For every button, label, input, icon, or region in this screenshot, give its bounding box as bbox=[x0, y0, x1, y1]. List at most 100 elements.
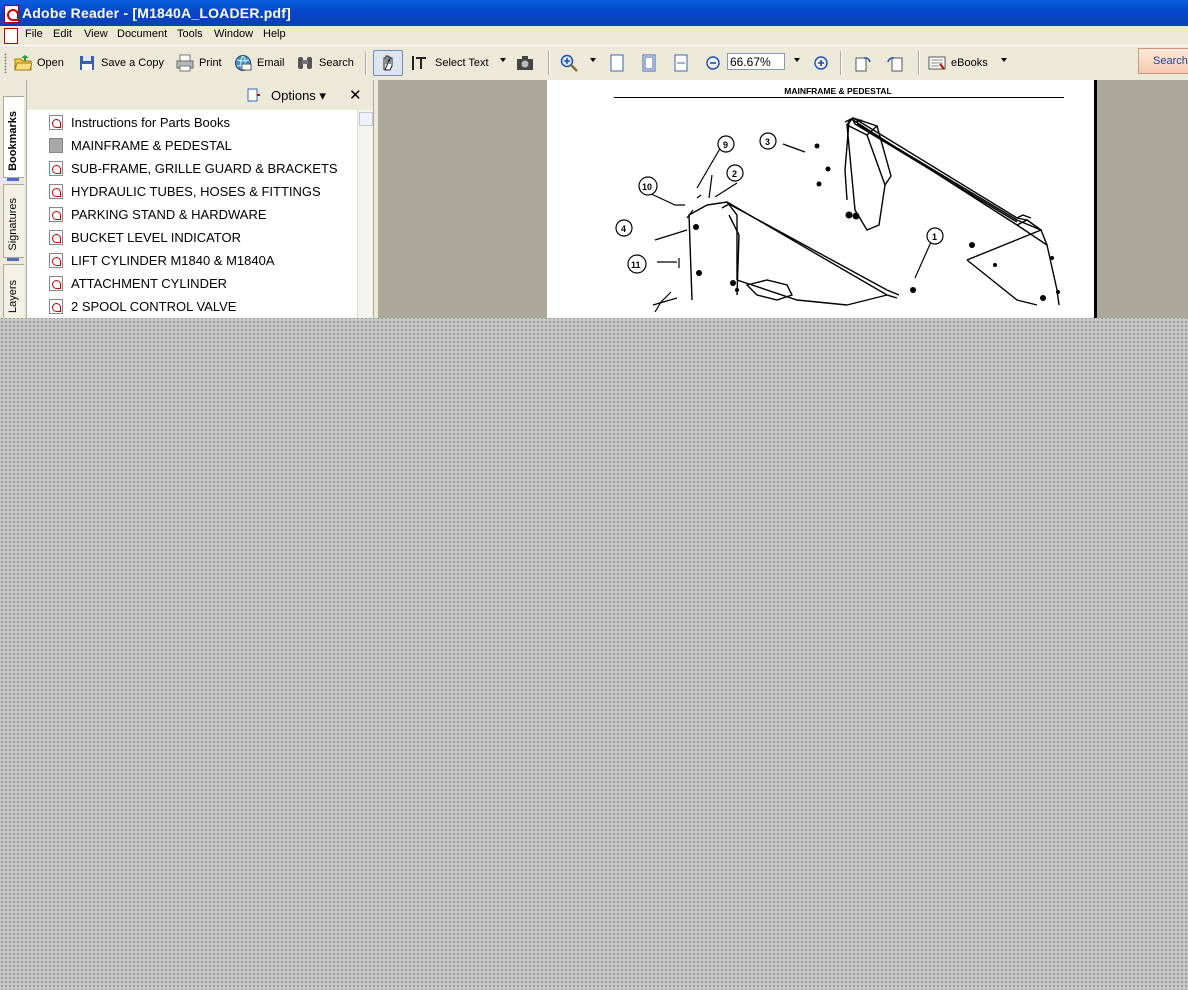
open-label: Open bbox=[37, 57, 64, 69]
menu-view[interactable]: View bbox=[84, 28, 108, 40]
bookmark-label: BUCKET LEVEL INDICATOR bbox=[71, 229, 242, 245]
fit-page-icon bbox=[642, 54, 656, 72]
tab-bookmarks-label: Bookmarks bbox=[7, 111, 19, 171]
screen-capture-blank-area bbox=[0, 318, 1188, 990]
actual-size-button[interactable] bbox=[608, 50, 631, 76]
toolbar-grip[interactable] bbox=[4, 53, 7, 73]
printer-icon bbox=[176, 54, 194, 72]
rotate-clockwise-icon bbox=[855, 57, 871, 72]
zoom-in-button[interactable] bbox=[812, 50, 835, 76]
bookmark-2-spool-control-valve[interactable]: 2 SPOOL CONTROL VALVE bbox=[49, 295, 236, 317]
select-text-dropdown-icon[interactable] bbox=[500, 58, 506, 62]
fit-width-button[interactable] bbox=[672, 50, 695, 76]
print-label: Print bbox=[199, 57, 222, 69]
tab-bookmarks[interactable]: Bookmarks bbox=[3, 96, 24, 181]
toolbar: Open Save a Copy Print Email Search Sele… bbox=[0, 45, 1188, 81]
search-the-internet-button[interactable]: Search bbox=[1138, 48, 1188, 74]
fit-width-icon bbox=[674, 54, 688, 72]
callout-2: 2 bbox=[732, 169, 737, 179]
menu-tools[interactable]: Tools bbox=[177, 28, 203, 40]
ebooks-dropdown-icon[interactable] bbox=[1001, 58, 1007, 62]
bookmark-label: HYDRAULIC TUBES, HOSES & FITTINGS bbox=[71, 183, 321, 199]
pdf-page-icon bbox=[49, 229, 63, 245]
rotate-counterclockwise-icon bbox=[887, 57, 903, 72]
toolbar-separator bbox=[548, 51, 550, 75]
pdf-page-icon bbox=[49, 298, 63, 314]
menu-bar: File Edit View Document Tools Window Hel… bbox=[0, 26, 1188, 44]
camera-icon bbox=[517, 56, 533, 70]
zoom-tool-dropdown-icon[interactable] bbox=[590, 58, 596, 62]
options-label: Options bbox=[271, 88, 316, 103]
callout-1: 1 bbox=[932, 232, 937, 242]
hand-tool-button[interactable] bbox=[373, 50, 403, 76]
save-copy-button[interactable]: Save a Copy bbox=[78, 50, 164, 76]
select-text-button[interactable]: Select Text bbox=[412, 50, 489, 76]
tab-signatures[interactable]: Signatures bbox=[3, 184, 24, 261]
zoom-level-field[interactable]: 66.67% bbox=[727, 53, 785, 70]
ebooks-label: eBooks bbox=[951, 57, 988, 69]
floppy-disk-icon bbox=[80, 56, 94, 70]
callout-4: 4 bbox=[621, 224, 626, 234]
toolbar-separator bbox=[918, 51, 920, 75]
bookmark-attachment-cylinder[interactable]: ATTACHMENT CYLINDER bbox=[49, 272, 227, 294]
close-panel-icon[interactable]: ✕ bbox=[349, 86, 362, 104]
bookmark-sub-frame[interactable]: SUB-FRAME, GRILLE GUARD & BRACKETS bbox=[49, 157, 338, 179]
tab-layers[interactable]: Layers bbox=[3, 264, 24, 318]
ebooks-button[interactable]: eBooks bbox=[928, 50, 988, 76]
email-button[interactable]: Email bbox=[234, 50, 285, 76]
bookmark-label: 2 SPOOL CONTROL VALVE bbox=[71, 298, 237, 314]
hand-icon bbox=[383, 55, 393, 71]
print-button[interactable]: Print bbox=[176, 50, 222, 76]
document-view[interactable]: MAINFRAME & PEDESTAL 1 2 3 4 9 10 11 bbox=[378, 80, 1188, 318]
pdf-page-icon bbox=[49, 114, 63, 130]
bookmark-instructions[interactable]: Instructions for Parts Books bbox=[49, 111, 230, 133]
select-text-label: Select Text bbox=[435, 57, 489, 69]
toolbar-separator bbox=[365, 51, 367, 75]
adobe-reader-window: Adobe Reader - [M1840A_LOADER.pdf] File … bbox=[0, 0, 1188, 318]
snapshot-button[interactable] bbox=[516, 50, 539, 76]
zoom-dropdown-icon[interactable] bbox=[794, 58, 800, 62]
zoom-out-button[interactable] bbox=[704, 50, 727, 76]
search-button[interactable]: Search bbox=[296, 50, 354, 76]
menu-help[interactable]: Help bbox=[263, 28, 286, 40]
bookmarks-panel: Options ▾ ✕ Instructions for Parts Books… bbox=[27, 80, 374, 318]
save-copy-label: Save a Copy bbox=[101, 57, 164, 69]
zoom-out-icon bbox=[706, 56, 720, 70]
document-menu-icon[interactable] bbox=[4, 28, 18, 44]
options-menu[interactable]: Options ▾ bbox=[271, 88, 326, 104]
bookmark-label: ATTACHMENT CYLINDER bbox=[71, 275, 228, 291]
parts-diagram: 1 2 3 4 9 10 11 bbox=[615, 117, 1060, 313]
window-title: Adobe Reader - [M1840A_LOADER.pdf] bbox=[22, 5, 291, 21]
menu-file[interactable]: File bbox=[25, 28, 43, 40]
email-label: Email bbox=[257, 57, 285, 69]
select-text-icon bbox=[412, 56, 426, 70]
rotate-clockwise-button[interactable] bbox=[854, 50, 877, 76]
magnifier-plus-icon bbox=[560, 54, 578, 72]
bookmark-bucket-level-indicator[interactable]: BUCKET LEVEL INDICATOR bbox=[49, 226, 241, 248]
zoom-in-tool-button[interactable] bbox=[560, 50, 583, 76]
bookmark-lift-cylinder[interactable]: LIFT CYLINDER M1840 & M1840A bbox=[49, 249, 275, 271]
fit-page-button[interactable] bbox=[640, 50, 663, 76]
scroll-up-arrow-icon[interactable] bbox=[359, 112, 373, 126]
open-button[interactable]: Open bbox=[14, 50, 64, 76]
bookmark-hydraulic-tubes[interactable]: HYDRAULIC TUBES, HOSES & FITTINGS bbox=[49, 180, 321, 202]
title-bar: Adobe Reader - [M1840A_LOADER.pdf] bbox=[0, 0, 1188, 26]
options-menu-icon[interactable] bbox=[247, 88, 261, 102]
menu-window[interactable]: Window bbox=[214, 28, 253, 40]
bookmark-scrollbar[interactable] bbox=[357, 110, 374, 318]
menu-document[interactable]: Document bbox=[117, 28, 167, 40]
pdf-page-icon bbox=[49, 183, 63, 199]
navigation-tabs: Bookmarks Signatures Layers bbox=[0, 80, 27, 318]
rotate-counterclockwise-button[interactable] bbox=[886, 50, 909, 76]
email-globe-icon bbox=[235, 55, 252, 71]
callout-3: 3 bbox=[765, 137, 770, 147]
bookmark-mainframe-pedestal[interactable]: MAINFRAME & PEDESTAL bbox=[49, 134, 232, 156]
bookmark-label: MAINFRAME & PEDESTAL bbox=[71, 137, 232, 153]
bookmark-parking-stand[interactable]: PARKING STAND & HARDWARE bbox=[49, 203, 267, 225]
bookmark-label: SUB-FRAME, GRILLE GUARD & BRACKETS bbox=[71, 160, 338, 176]
bookmark-label: PARKING STAND & HARDWARE bbox=[71, 206, 267, 222]
actual-size-page-icon bbox=[610, 54, 624, 72]
menu-edit[interactable]: Edit bbox=[53, 28, 72, 40]
bookmark-list: Instructions for Parts Books MAINFRAME &… bbox=[27, 110, 357, 318]
callout-10: 10 bbox=[642, 182, 652, 192]
